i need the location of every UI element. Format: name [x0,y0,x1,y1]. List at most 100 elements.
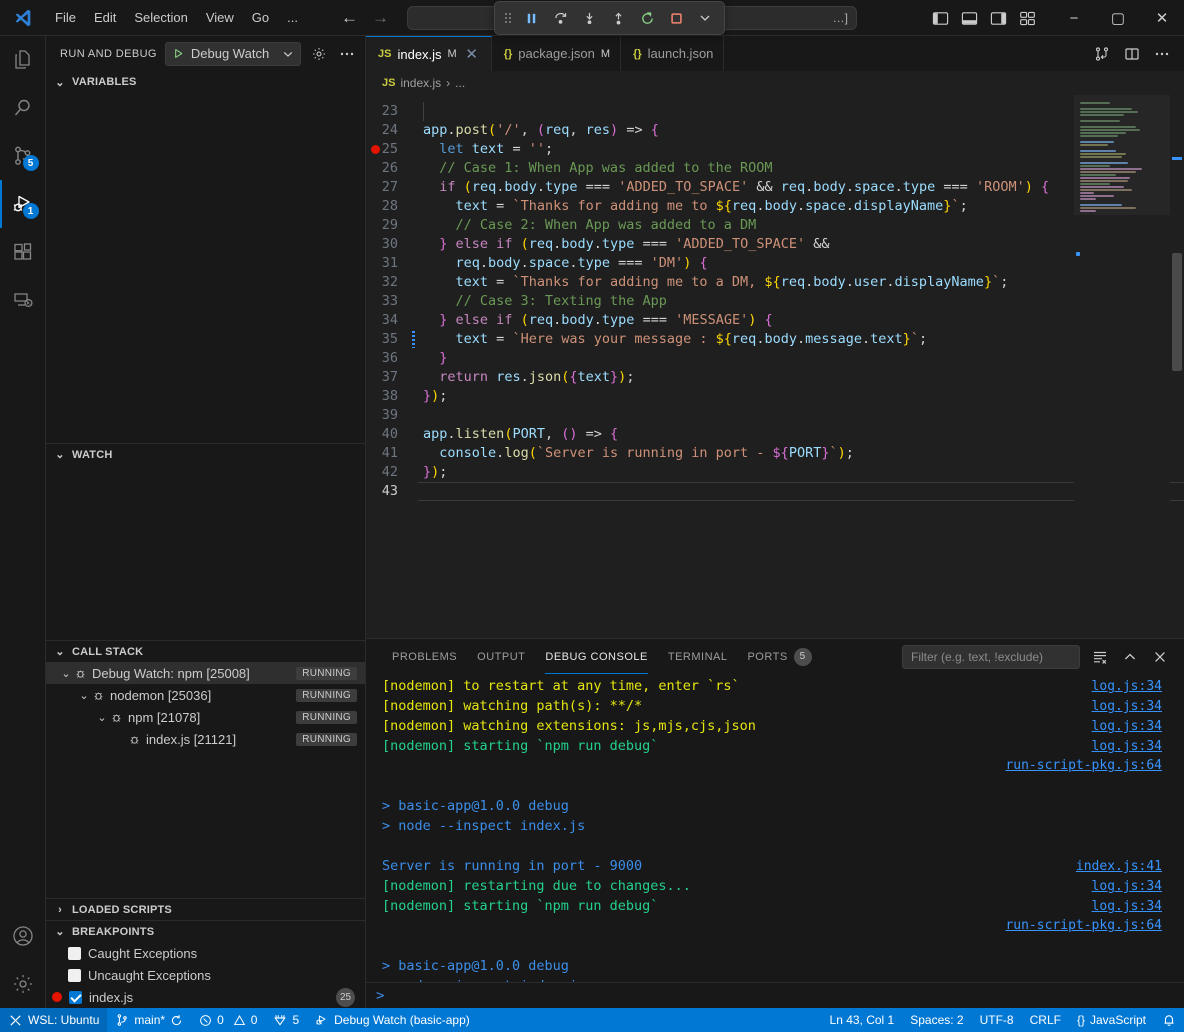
more-actions-icon[interactable] [337,46,357,62]
code-editor[interactable]: 23 24app.post('/', (req, res) => { 25 le… [366,95,1184,638]
toggle-primary-sidebar-icon[interactable] [932,10,949,27]
clear-console-icon[interactable] [1090,647,1110,667]
call-stack-row[interactable]: ⌄ nodemon [25036] RUNNING [46,684,365,706]
step-out-button[interactable] [605,5,631,31]
activity-item-accounts[interactable] [0,912,46,960]
minimap[interactable] [1074,95,1170,638]
section-header-call-stack[interactable]: ⌄ CALL STACK [46,640,365,662]
menu-file[interactable]: File [46,6,85,29]
restart-button[interactable] [634,5,660,31]
status-notifications[interactable] [1154,1008,1184,1032]
tab-index-js[interactable]: JS index.js M ✕ [366,36,492,71]
watch-panel[interactable] [46,465,365,640]
breakpoint-row-uncaught-exceptions[interactable]: Uncaught Exceptions [46,964,365,986]
panel-tab-terminal[interactable]: TERMINAL [658,639,738,674]
drag-handle-icon[interactable] [501,11,515,25]
chevron-down-icon[interactable]: ⌄ [58,667,74,680]
console-source[interactable]: log.js:34 [1092,737,1162,757]
panel-tab-ports[interactable]: PORTS 5 [737,639,821,674]
breadcrumb-overflow[interactable]: ... [455,76,465,90]
status-ports[interactable]: 5 [265,1008,307,1032]
console-filter-input[interactable]: Filter (e.g. text, !exclude) [902,645,1080,669]
console-source[interactable]: log.js:34 [1092,677,1162,697]
activity-item-source-control[interactable]: 5 [0,132,46,180]
chevron-down-icon[interactable] [282,48,294,60]
stop-button[interactable] [663,5,689,31]
activity-item-run-and-debug[interactable]: 1 [0,180,46,228]
status-remote-indicator[interactable]: WSL: Ubuntu [0,1008,107,1032]
minimap-slider[interactable] [1074,95,1170,215]
activity-item-search[interactable] [0,84,46,132]
console-source[interactable]: log.js:34 [1092,897,1162,917]
console-source[interactable]: run-script-pkg.js:64 [1005,916,1162,936]
variables-panel[interactable] [46,93,365,443]
customize-layout-icon[interactable] [1019,10,1036,27]
toggle-panel-icon[interactable] [961,10,978,27]
breakpoint-checkbox[interactable] [68,947,81,960]
breakpoint-checkbox[interactable] [69,991,82,1004]
call-stack-row[interactable]: ⌄ Debug Watch: npm [25008] RUNNING [46,662,365,684]
menu-edit[interactable]: Edit [85,6,125,29]
debug-console-output[interactable]: [nodemon] to restart at any time, enter … [366,674,1184,982]
menu-selection[interactable]: Selection [125,6,196,29]
arrow-left-icon[interactable]: ← [341,9,358,26]
console-source[interactable]: log.js:34 [1092,697,1162,717]
panel-tab-output[interactable]: OUTPUT [467,639,535,674]
step-into-button[interactable] [576,5,602,31]
console-source[interactable]: index.js:41 [1076,857,1162,877]
window-close-button[interactable]: ✕ [1140,0,1184,36]
status-branch[interactable]: main* [107,1008,191,1032]
breakpoint-glyph-icon[interactable] [371,145,380,154]
breakpoint-row-index-js[interactable]: index.js 25 [46,986,365,1008]
call-stack-row[interactable]: index.js [21121] RUNNING [46,728,365,750]
console-source[interactable]: run-script-pkg.js:64 [1005,756,1162,776]
breakpoint-row-caught-exceptions[interactable]: Caught Exceptions [46,942,365,964]
more-debug-actions-button[interactable] [692,5,718,31]
pause-button[interactable] [518,5,544,31]
tab-launch-json[interactable]: {} launch.json [621,36,724,71]
section-header-watch[interactable]: ⌄ WATCH [46,443,365,465]
menu-view[interactable]: View [197,6,243,29]
status-encoding[interactable]: UTF-8 [972,1008,1022,1032]
activity-item-explorer[interactable] [0,36,46,84]
debug-toolbar[interactable] [494,1,725,35]
panel-tab-problems[interactable]: PROBLEMS [382,639,467,674]
breadcrumb[interactable]: JS index.js › ... [366,71,1184,95]
call-stack-row[interactable]: ⌄ npm [21078] RUNNING [46,706,365,728]
split-compare-icon[interactable] [1094,46,1110,62]
debug-console-input[interactable]: > [366,982,1184,1008]
arrow-right-icon[interactable]: → [372,9,389,26]
status-cursor-position[interactable]: Ln 43, Col 1 [822,1008,903,1032]
close-icon[interactable]: ✕ [463,45,481,63]
sync-icon[interactable] [170,1014,183,1027]
tab-package-json[interactable]: {} package.json M [492,36,621,71]
section-header-loaded-scripts[interactable]: › LOADED SCRIPTS [46,898,365,920]
gear-icon[interactable] [309,46,329,62]
window-maximize-button[interactable]: ▢ [1096,0,1140,36]
status-problems[interactable]: 0 0 [191,1008,265,1032]
status-eol[interactable]: CRLF [1022,1008,1069,1032]
activity-item-manage[interactable] [0,960,46,1008]
split-editor-icon[interactable] [1124,46,1140,62]
status-language-mode[interactable]: {} JavaScript [1069,1008,1154,1032]
section-header-breakpoints[interactable]: ⌄ BREAKPOINTS [46,920,365,942]
panel-tab-debug-console[interactable]: DEBUG CONSOLE [535,639,657,674]
chevron-down-icon[interactable]: ⌄ [76,689,92,702]
status-debug-session[interactable]: Debug Watch (basic-app) [307,1008,478,1032]
collapse-panel-icon[interactable] [1120,647,1140,667]
activity-item-remote-explorer[interactable] [0,276,46,324]
editor-scrollbar[interactable] [1170,95,1184,638]
section-header-variables[interactable]: ⌄ VARIABLES [46,71,365,93]
breadcrumb-file[interactable]: index.js [400,76,441,90]
more-actions-icon[interactable] [1154,46,1170,62]
menu-go[interactable]: Go [243,6,278,29]
activity-item-extensions[interactable] [0,228,46,276]
console-source[interactable]: log.js:34 [1092,717,1162,737]
scrollbar-thumb[interactable] [1172,253,1182,371]
status-indentation[interactable]: Spaces: 2 [902,1008,971,1032]
close-panel-icon[interactable] [1150,647,1170,667]
toggle-secondary-sidebar-icon[interactable] [990,10,1007,27]
console-source[interactable]: log.js:34 [1092,877,1162,897]
breakpoint-checkbox[interactable] [68,969,81,982]
window-minimize-button[interactable]: − [1052,0,1096,36]
